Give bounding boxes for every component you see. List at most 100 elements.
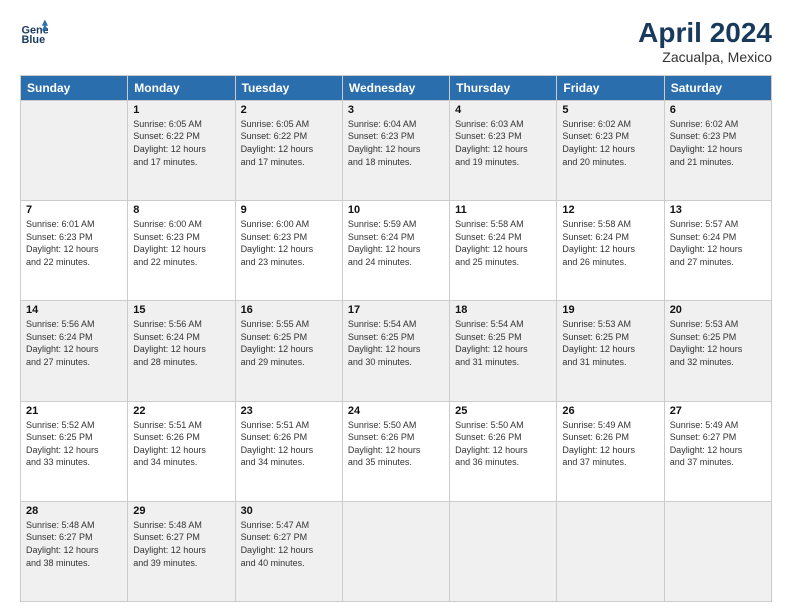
- day-number: 28: [26, 505, 122, 517]
- day-number: 15: [133, 304, 229, 316]
- page: General Blue April 2024 Zacualpa, Mexico…: [0, 0, 792, 612]
- day-number: 27: [670, 405, 766, 417]
- calendar-cell: 11 Sunrise: 5:58 AM Sunset: 6:24 PM Dayli…: [450, 201, 557, 301]
- calendar-cell: 6 Sunrise: 6:02 AM Sunset: 6:23 PM Daylig…: [664, 100, 771, 200]
- calendar-cell: 22 Sunrise: 5:51 AM Sunset: 6:26 PM Dayli…: [128, 401, 235, 501]
- calendar-cell: [557, 501, 664, 601]
- calendar-cell: 17 Sunrise: 5:54 AM Sunset: 6:25 PM Dayli…: [342, 301, 449, 401]
- calendar-cell: [342, 501, 449, 601]
- calendar-cell: 26 Sunrise: 5:49 AM Sunset: 6:26 PM Dayli…: [557, 401, 664, 501]
- calendar-cell: 2Sunrise: 6:05 AM Sunset: 6:22 PM Daylig…: [235, 100, 342, 200]
- day-info: Sunrise: 5:49 AM Sunset: 6:26 PM Dayligh…: [562, 419, 658, 469]
- day-info: Sunrise: 5:51 AM Sunset: 6:26 PM Dayligh…: [133, 419, 229, 469]
- day-info: Sunrise: 6:05 AM Sunset: 6:22 PM Dayligh…: [241, 118, 337, 168]
- calendar-cell: 15Sunrise: 5:56 AM Sunset: 6:24 PM Dayli…: [128, 301, 235, 401]
- day-info: Sunrise: 5:54 AM Sunset: 6:25 PM Dayligh…: [348, 318, 444, 368]
- header: General Blue April 2024 Zacualpa, Mexico: [20, 18, 772, 65]
- weekday-header: Saturday: [664, 75, 771, 100]
- day-info: Sunrise: 5:57 AM Sunset: 6:24 PM Dayligh…: [670, 218, 766, 268]
- calendar-cell: 8Sunrise: 6:00 AM Sunset: 6:23 PM Daylig…: [128, 201, 235, 301]
- calendar-table: SundayMondayTuesdayWednesdayThursdayFrid…: [20, 75, 772, 602]
- weekday-header: Friday: [557, 75, 664, 100]
- calendar-cell: 23 Sunrise: 5:51 AM Sunset: 6:26 PM Dayli…: [235, 401, 342, 501]
- calendar-cell: 30Sunrise: 5:47 AM Sunset: 6:27 PM Dayli…: [235, 501, 342, 601]
- weekday-header: Thursday: [450, 75, 557, 100]
- day-info: Sunrise: 5:56 AM Sunset: 6:24 PM Dayligh…: [26, 318, 122, 368]
- day-number: 30: [241, 505, 337, 517]
- calendar-cell: 9 Sunrise: 6:00 AM Sunset: 6:23 PM Daylig…: [235, 201, 342, 301]
- calendar-cell: 20Sunrise: 5:53 AM Sunset: 6:25 PM Dayli…: [664, 301, 771, 401]
- calendar-week-row: 14 Sunrise: 5:56 AM Sunset: 6:24 PM Dayli…: [21, 301, 772, 401]
- day-info: Sunrise: 6:05 AM Sunset: 6:22 PM Dayligh…: [133, 118, 229, 168]
- weekday-header: Tuesday: [235, 75, 342, 100]
- day-number: 12: [562, 204, 658, 216]
- day-info: Sunrise: 5:48 AM Sunset: 6:27 PM Dayligh…: [133, 519, 229, 569]
- weekday-header: Wednesday: [342, 75, 449, 100]
- svg-text:Blue: Blue: [22, 34, 46, 46]
- day-number: 22: [133, 405, 229, 417]
- header-row: SundayMondayTuesdayWednesdayThursdayFrid…: [21, 75, 772, 100]
- calendar-cell: 21 Sunrise: 5:52 AM Sunset: 6:25 PM Dayli…: [21, 401, 128, 501]
- day-number: 17: [348, 304, 444, 316]
- day-number: 29: [133, 505, 229, 517]
- day-number: 18: [455, 304, 551, 316]
- calendar-cell: [664, 501, 771, 601]
- calendar-cell: 16 Sunrise: 5:55 AM Sunset: 6:25 PM Dayli…: [235, 301, 342, 401]
- day-info: Sunrise: 6:01 AM Sunset: 6:23 PM Dayligh…: [26, 218, 122, 268]
- day-info: Sunrise: 5:50 AM Sunset: 6:26 PM Dayligh…: [455, 419, 551, 469]
- day-number: 3: [348, 104, 444, 116]
- day-number: 19: [562, 304, 658, 316]
- day-info: Sunrise: 5:49 AM Sunset: 6:27 PM Dayligh…: [670, 419, 766, 469]
- day-number: 11: [455, 204, 551, 216]
- day-info: Sunrise: 6:00 AM Sunset: 6:23 PM Dayligh…: [241, 218, 337, 268]
- calendar-cell: [21, 100, 128, 200]
- day-info: Sunrise: 5:51 AM Sunset: 6:26 PM Dayligh…: [241, 419, 337, 469]
- calendar-cell: 14 Sunrise: 5:56 AM Sunset: 6:24 PM Dayli…: [21, 301, 128, 401]
- day-number: 24: [348, 405, 444, 417]
- day-number: 26: [562, 405, 658, 417]
- day-number: 10: [348, 204, 444, 216]
- calendar-cell: 3 Sunrise: 6:04 AM Sunset: 6:23 PM Daylig…: [342, 100, 449, 200]
- weekday-header: Sunday: [21, 75, 128, 100]
- day-info: Sunrise: 5:55 AM Sunset: 6:25 PM Dayligh…: [241, 318, 337, 368]
- calendar-cell: 4Sunrise: 6:03 AM Sunset: 6:23 PM Daylig…: [450, 100, 557, 200]
- main-title: April 2024: [638, 18, 772, 49]
- calendar-cell: 1Sunrise: 6:05 AM Sunset: 6:22 PM Daylig…: [128, 100, 235, 200]
- subtitle: Zacualpa, Mexico: [638, 49, 772, 65]
- weekday-header: Monday: [128, 75, 235, 100]
- calendar-cell: 10 Sunrise: 5:59 AM Sunset: 6:24 PM Dayli…: [342, 201, 449, 301]
- day-info: Sunrise: 6:03 AM Sunset: 6:23 PM Dayligh…: [455, 118, 551, 168]
- day-number: 8: [133, 204, 229, 216]
- day-info: Sunrise: 6:04 AM Sunset: 6:23 PM Dayligh…: [348, 118, 444, 168]
- day-info: Sunrise: 5:53 AM Sunset: 6:25 PM Dayligh…: [670, 318, 766, 368]
- calendar-cell: 19 Sunrise: 5:53 AM Sunset: 6:25 PM Dayli…: [557, 301, 664, 401]
- day-number: 14: [26, 304, 122, 316]
- calendar-cell: 7 Sunrise: 6:01 AM Sunset: 6:23 PM Daylig…: [21, 201, 128, 301]
- day-info: Sunrise: 5:53 AM Sunset: 6:25 PM Dayligh…: [562, 318, 658, 368]
- calendar-cell: 27 Sunrise: 5:49 AM Sunset: 6:27 PM Dayli…: [664, 401, 771, 501]
- logo: General Blue: [20, 18, 48, 46]
- day-number: 9: [241, 204, 337, 216]
- day-number: 21: [26, 405, 122, 417]
- logo-icon: General Blue: [20, 18, 48, 46]
- day-info: Sunrise: 5:50 AM Sunset: 6:26 PM Dayligh…: [348, 419, 444, 469]
- day-info: Sunrise: 5:58 AM Sunset: 6:24 PM Dayligh…: [455, 218, 551, 268]
- day-info: Sunrise: 6:02 AM Sunset: 6:23 PM Dayligh…: [562, 118, 658, 168]
- calendar-cell: 18 Sunrise: 5:54 AM Sunset: 6:25 PM Dayli…: [450, 301, 557, 401]
- day-number: 7: [26, 204, 122, 216]
- title-block: April 2024 Zacualpa, Mexico: [638, 18, 772, 65]
- calendar-cell: 13 Sunrise: 5:57 AM Sunset: 6:24 PM Dayli…: [664, 201, 771, 301]
- day-number: 16: [241, 304, 337, 316]
- day-info: Sunrise: 5:52 AM Sunset: 6:25 PM Dayligh…: [26, 419, 122, 469]
- day-info: Sunrise: 5:59 AM Sunset: 6:24 PM Dayligh…: [348, 218, 444, 268]
- day-info: Sunrise: 5:54 AM Sunset: 6:25 PM Dayligh…: [455, 318, 551, 368]
- calendar-cell: 28 Sunrise: 5:48 AM Sunset: 6:27 PM Dayli…: [21, 501, 128, 601]
- day-number: 23: [241, 405, 337, 417]
- day-number: 13: [670, 204, 766, 216]
- day-number: 6: [670, 104, 766, 116]
- day-info: Sunrise: 6:02 AM Sunset: 6:23 PM Dayligh…: [670, 118, 766, 168]
- day-info: Sunrise: 5:48 AM Sunset: 6:27 PM Dayligh…: [26, 519, 122, 569]
- calendar-week-row: 28 Sunrise: 5:48 AM Sunset: 6:27 PM Dayli…: [21, 501, 772, 601]
- calendar-week-row: 21 Sunrise: 5:52 AM Sunset: 6:25 PM Dayli…: [21, 401, 772, 501]
- calendar-cell: 25Sunrise: 5:50 AM Sunset: 6:26 PM Dayli…: [450, 401, 557, 501]
